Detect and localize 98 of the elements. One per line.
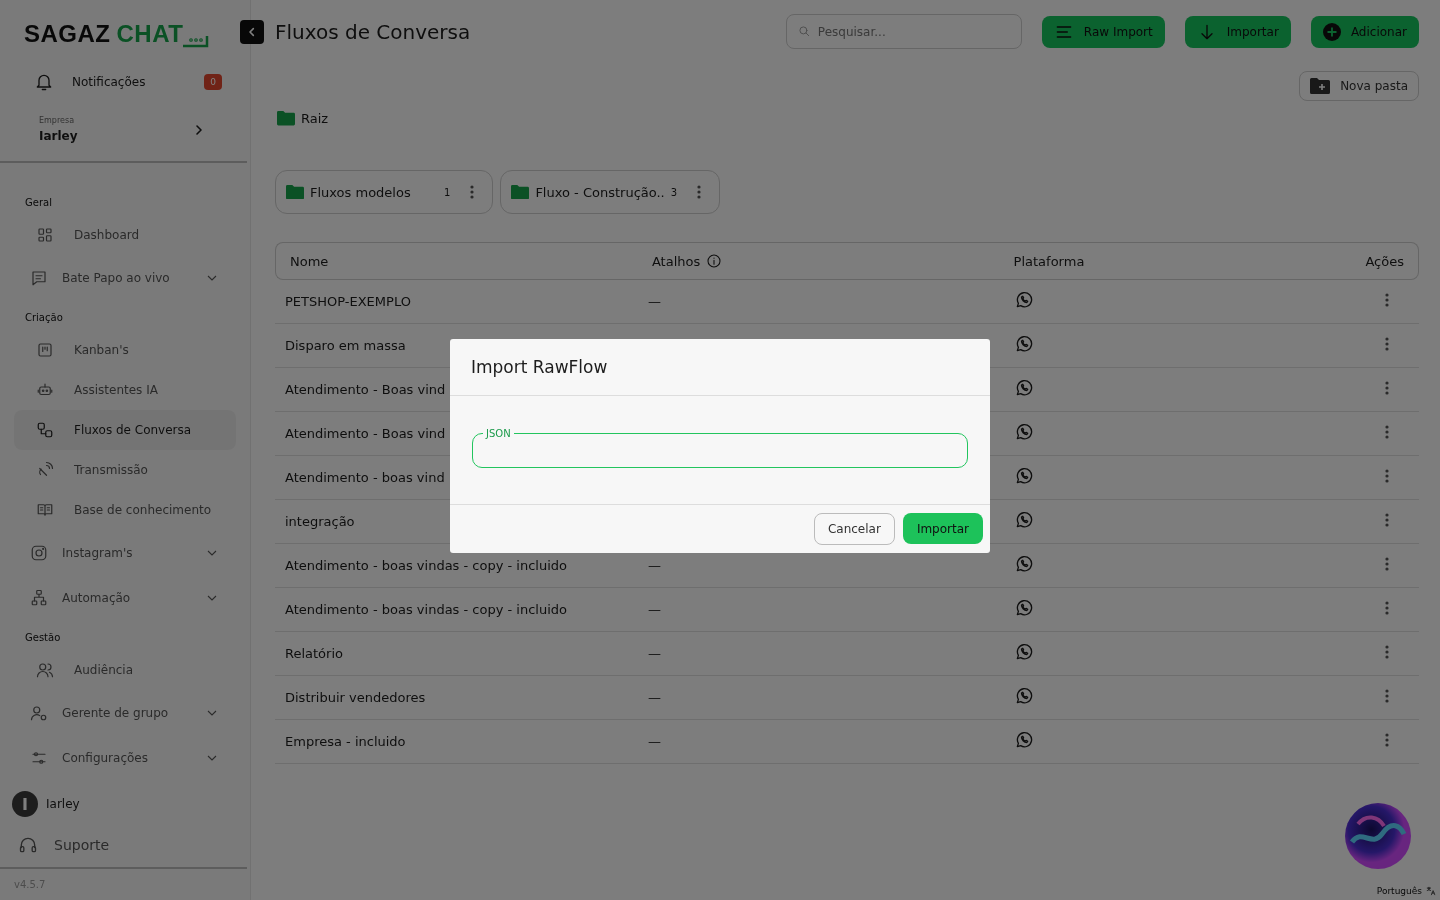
folder-name: Fluxo - Construção.. [535, 184, 665, 200]
users-icon [36, 661, 54, 679]
folder-icon [511, 184, 530, 200]
flow-name[interactable]: Atendimento - boas vindas - copy - incluido [285, 558, 567, 573]
translate-icon [1426, 886, 1436, 896]
more-options-icon[interactable] [1385, 293, 1389, 307]
notification-count: 0 [204, 74, 222, 90]
grid-icon [36, 226, 54, 244]
column-header: Atalhos [651, 253, 701, 269]
new-folder-button[interactable]: Nova pasta [1299, 71, 1419, 101]
more-options-icon[interactable] [697, 185, 702, 199]
sidebar-item[interactable]: Bate Papo ao vivo [14, 255, 236, 300]
flow-name[interactable]: Atendimento - boas vindas - copy - incluido [285, 602, 567, 617]
action-button[interactable]: Adicionar [1310, 15, 1419, 48]
board-icon [36, 341, 54, 359]
nodes-icon [36, 421, 54, 439]
satellite-icon [36, 461, 54, 479]
section-title: Criação [24, 311, 64, 325]
shortcut-cell: — [647, 558, 661, 573]
folder-count: 3 [670, 186, 678, 198]
json-field[interactable]: JSON [472, 428, 968, 468]
section-title: Geral [24, 196, 53, 210]
column-header: Nome [290, 253, 329, 269]
dialog-title: Import RawFlow [450, 339, 990, 396]
support-link[interactable]: Suporte [0, 823, 247, 869]
company-caption: Empresa [39, 116, 76, 125]
logo-text: SAGAZ [24, 20, 111, 48]
cancel-button[interactable]: Cancelar [813, 513, 895, 545]
assistant-orb-icon[interactable] [1344, 802, 1412, 870]
folder-icon [277, 111, 295, 126]
plus-circle-icon [1322, 22, 1341, 41]
sidebar-item[interactable]: Base de conhecimento [14, 490, 236, 530]
language-label[interactable]: Português [1376, 886, 1422, 896]
shortcut-cell: — [647, 690, 661, 705]
user-avatar: I [12, 791, 38, 817]
flow-name[interactable]: PETSHOP-EXEMPLO [285, 294, 411, 309]
flow-name[interactable]: Atendimento - Boas vind [285, 382, 446, 397]
info-icon [706, 253, 723, 269]
shortcut-cell: — [647, 734, 661, 749]
flow-name[interactable]: Distribuir vendedores [285, 690, 426, 705]
company-name: Iarley [39, 129, 79, 143]
folder-name: Fluxos modelos [310, 184, 412, 200]
more-options-icon[interactable] [470, 185, 475, 199]
back-button[interactable] [240, 19, 264, 44]
shortcut-cell: — [647, 602, 661, 617]
sidebar-item[interactable]: Fluxos de Conversa [14, 410, 236, 450]
folder-icon [286, 184, 304, 200]
more-options-icon[interactable] [1385, 733, 1389, 747]
search-icon [796, 24, 811, 38]
action-button[interactable]: Importar [1184, 15, 1291, 48]
more-options-icon[interactable] [1385, 601, 1389, 615]
sidebar-item[interactable]: Assistentes IA [14, 370, 236, 410]
more-options-icon[interactable] [1385, 469, 1389, 483]
sidebar-item[interactable]: Audiência [14, 650, 236, 690]
hierarchy-icon [30, 588, 48, 607]
more-options-icon[interactable] [1385, 381, 1389, 395]
more-options-icon[interactable] [1385, 645, 1389, 659]
column-header: Ações [1365, 253, 1404, 269]
more-options-icon[interactable] [1385, 513, 1389, 527]
action-button[interactable]: Raw Import [1041, 15, 1165, 48]
sidebar-item[interactable]: Gerente de grupo [14, 690, 236, 735]
shortcut-cell: — [647, 646, 661, 661]
shortcut-cell: — [647, 294, 661, 309]
import-button[interactable]: Importar [902, 513, 983, 544]
flow-name[interactable]: Relatório [285, 646, 343, 661]
more-options-icon[interactable] [1385, 689, 1389, 703]
flow-name[interactable]: Atendimento - Boas vind [285, 426, 446, 441]
flow-name[interactable]: Atendimento - boas vind [285, 470, 445, 485]
more-options-icon[interactable] [1385, 425, 1389, 439]
notifications-label[interactable]: Notificações [72, 75, 187, 89]
breadcrumb-link[interactable]: Raiz [301, 111, 329, 126]
sidebar-item[interactable]: Kanban's [14, 330, 236, 370]
search-field[interactable]: Pesquisar... [785, 14, 1022, 49]
flow-name[interactable]: Disparo em massa [285, 338, 406, 353]
sidebar-item[interactable]: Configurações [14, 735, 236, 780]
folder-plus-icon [1310, 78, 1331, 94]
sidebar-item[interactable]: Instagram's [14, 530, 236, 575]
sidebar-item[interactable]: Dashboard [14, 215, 236, 255]
logo-text: CHAT [116, 20, 184, 48]
flow-name[interactable]: integração [285, 514, 355, 529]
column-header: Plataforma [1013, 253, 1085, 269]
folder-card[interactable]: Fluxos modelos 1 [275, 170, 494, 214]
sidebar-item[interactable]: Transmissão [14, 450, 236, 490]
folder-count: 1 [444, 186, 451, 198]
flow-name[interactable]: Empresa - incluido [285, 734, 406, 749]
user-name: Iarley [46, 797, 80, 811]
camera-icon [30, 543, 48, 562]
folder-card[interactable]: Fluxo - Construção.. 3 [500, 170, 721, 214]
user-gear-icon [30, 703, 48, 722]
page-title: Fluxos de Conversa [275, 19, 472, 44]
book-icon [36, 501, 54, 519]
bell-icon [34, 72, 54, 92]
more-options-icon[interactable] [1385, 557, 1389, 571]
section-title: Gestão [24, 631, 62, 645]
headset-icon [18, 835, 38, 855]
sidebar-item[interactable]: Automação [14, 575, 236, 620]
message-icon [30, 268, 48, 287]
more-options-icon[interactable] [1385, 337, 1389, 351]
